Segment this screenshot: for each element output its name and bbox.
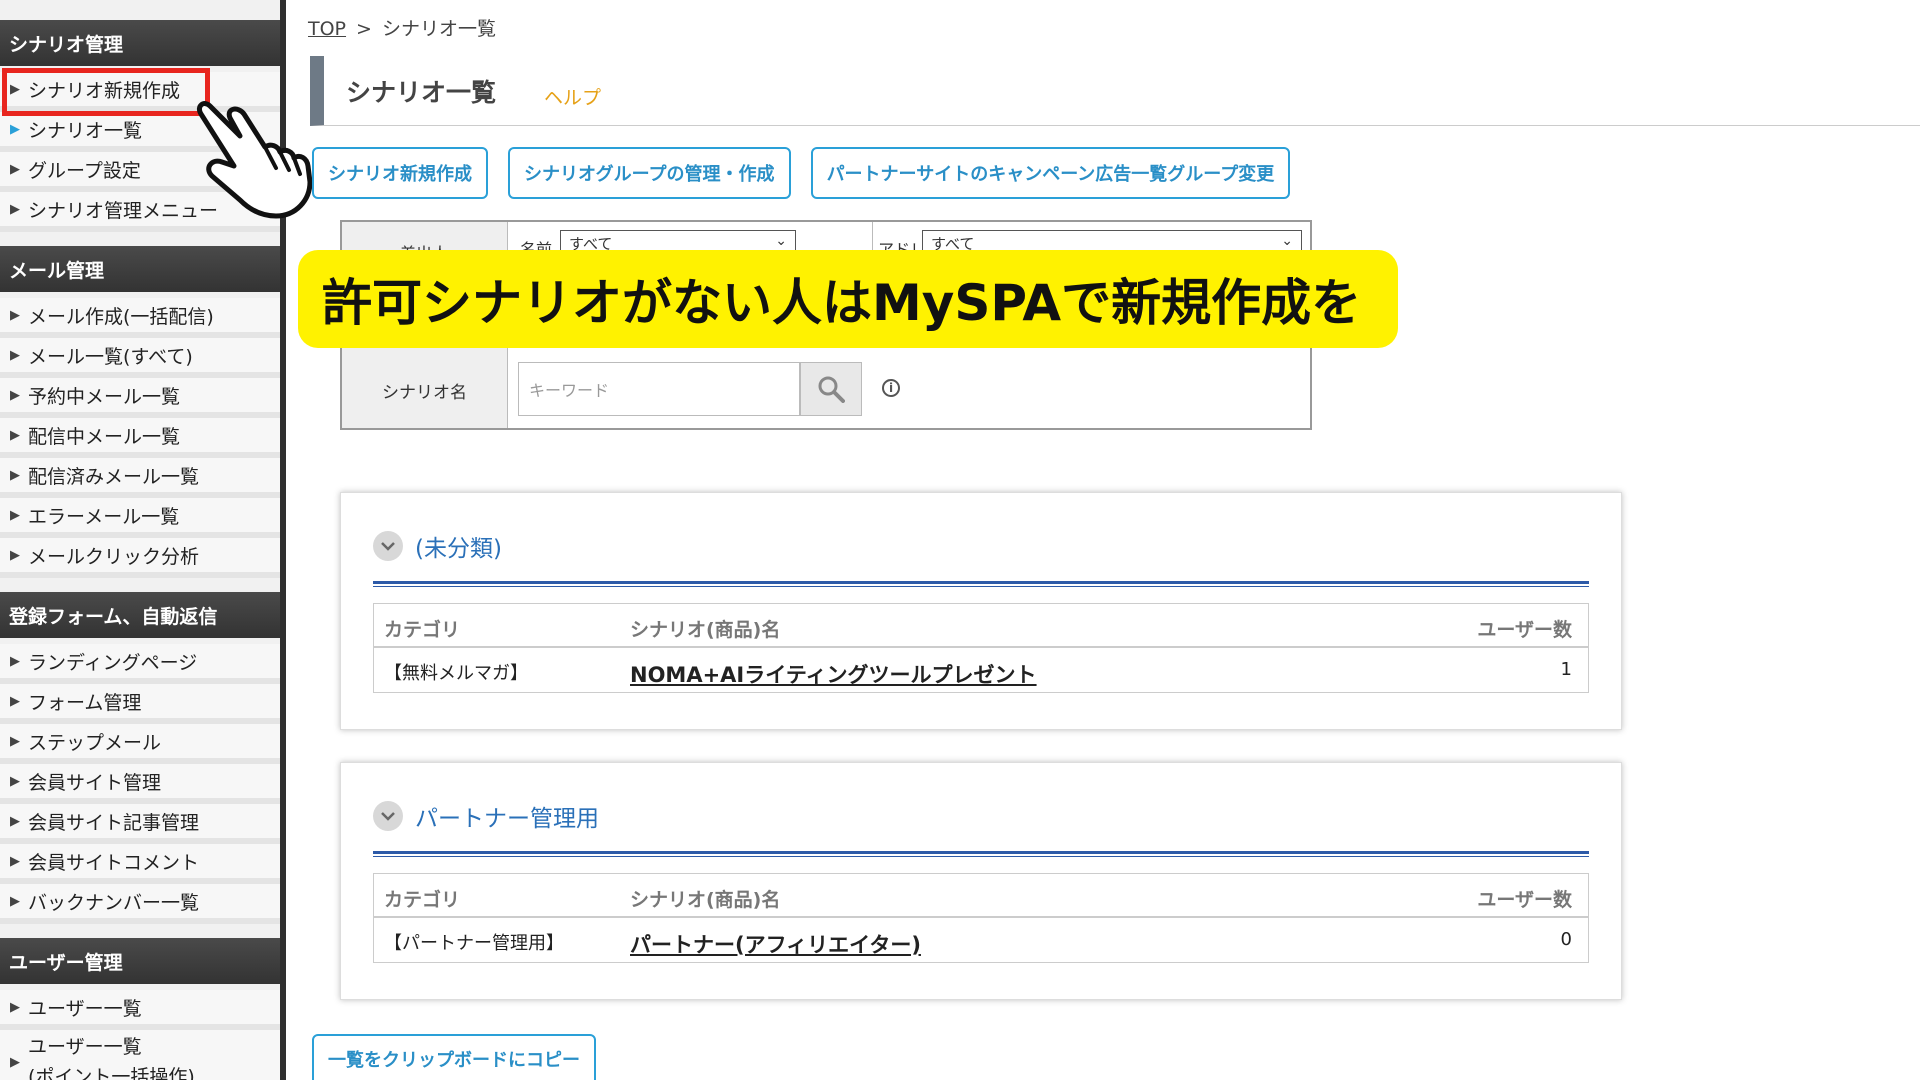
table-row: 【パートナー管理用】 パートナー(アフィリエイター) 0 — [374, 918, 1588, 962]
new-scenario-button[interactable]: シナリオ新規作成 — [312, 147, 488, 199]
cell-users: 1 — [1560, 659, 1572, 680]
triangle-right-icon: ▶ — [10, 813, 20, 829]
triangle-right-icon: ▶ — [10, 387, 20, 403]
scenario-link[interactable]: NOMA+AIライティングツールプレゼント — [630, 659, 1037, 689]
cell-users: 0 — [1560, 929, 1572, 950]
sidebar-item-mail-error[interactable]: ▶ エラーメール一覧 — [0, 498, 280, 538]
group-panel-uncategorized: (未分類) カテゴリ シナリオ(商品)名 ユーザー数 【無料メルマガ】 NOMA… — [340, 492, 1622, 730]
group-header[interactable]: (未分類) — [373, 529, 502, 563]
sidebar-item-user-points[interactable]: ▶ ユーザー一覧 (ポイント一括操作) — [0, 1030, 280, 1080]
table-row: 【無料メルマガ】 NOMA+AIライティングツールプレゼント 1 — [374, 648, 1588, 692]
triangle-right-icon: ▶ — [10, 467, 20, 483]
partner-campaign-group-button[interactable]: パートナーサイトのキャンペーン広告一覧グループ変更 — [810, 147, 1291, 199]
chevron-down-icon[interactable] — [373, 801, 403, 831]
sidebar-item-mail-all[interactable]: ▶ メール一覧(すべて) — [0, 338, 280, 378]
chevron-down-icon: ⌄ — [1281, 233, 1293, 249]
scenario-table: カテゴリ シナリオ(商品)名 ユーザー数 【無料メルマガ】 NOMA+AIライテ… — [373, 603, 1589, 693]
triangle-right-icon: ▶ — [10, 201, 20, 217]
group-name: パートナー管理用 — [415, 806, 599, 832]
chevron-down-icon: ⌄ — [775, 233, 787, 249]
triangle-right-icon: ▶ — [10, 121, 20, 137]
scenario-link[interactable]: パートナー(アフィリエイター) — [630, 929, 921, 959]
sidebar-section-users: ユーザー管理 — [0, 938, 280, 984]
triangle-right-icon: ▶ — [10, 427, 20, 443]
sidebar-item-landing[interactable]: ▶ ランディングページ — [0, 644, 280, 684]
triangle-right-icon: ▶ — [10, 853, 20, 869]
group-panel-partner: パートナー管理用 カテゴリ シナリオ(商品)名 ユーザー数 【パートナー管理用】… — [340, 762, 1622, 1000]
sidebar-item-mail-sent[interactable]: ▶ 配信済みメール一覧 — [0, 458, 280, 498]
copy-clipboard-button[interactable]: 一覧をクリップボードにコピー — [312, 1034, 596, 1080]
sidebar-item-step-mail[interactable]: ▶ ステップメール — [0, 724, 280, 764]
triangle-right-icon: ▶ — [10, 773, 20, 789]
cell-category: 【パートナー管理用】 — [384, 933, 564, 954]
scenario-name-label: シナリオ名 — [382, 383, 467, 403]
action-buttons: シナリオ新規作成 シナリオグループの管理・作成 パートナーサイトのキャンペーン広… — [312, 147, 1291, 199]
caption-banner: 許可シナリオがない人はMySPAで新規作成を — [298, 250, 1398, 348]
scenario-table: カテゴリ シナリオ(商品)名 ユーザー数 【パートナー管理用】 パートナー(アフ… — [373, 873, 1589, 963]
info-icon[interactable]: i — [882, 379, 900, 397]
triangle-right-icon: ▶ — [10, 161, 20, 177]
triangle-right-icon: ▶ — [10, 507, 20, 523]
page-title-bar: シナリオ一覧 ヘルプ — [310, 56, 1920, 126]
sidebar-item-mail-sending[interactable]: ▶ 配信中メール一覧 — [0, 418, 280, 458]
group-divider — [373, 851, 1589, 857]
group-header[interactable]: パートナー管理用 — [373, 799, 599, 833]
group-divider — [373, 581, 1589, 587]
sidebar-item-mail-create[interactable]: ▶ メール作成(一括配信) — [0, 298, 280, 338]
sidebar-item-mail-scheduled[interactable]: ▶ 予約中メール一覧 — [0, 378, 280, 418]
page-title: シナリオ一覧 — [346, 77, 497, 107]
sidebar-section-mail: メール管理 — [0, 246, 280, 292]
breadcrumb: TOP > シナリオ一覧 — [308, 14, 496, 41]
sidebar-item-form-manage[interactable]: ▶ フォーム管理 — [0, 684, 280, 724]
triangle-right-icon: ▶ — [10, 733, 20, 749]
table-header: カテゴリ シナリオ(商品)名 ユーザー数 — [374, 874, 1588, 918]
triangle-right-icon: ▶ — [10, 893, 20, 909]
header-users: ユーザー数 — [1477, 619, 1572, 641]
breadcrumb-separator: > — [356, 18, 372, 40]
triangle-right-icon: ▶ — [10, 547, 20, 563]
search-button[interactable] — [800, 362, 862, 416]
search-icon — [818, 376, 845, 403]
header-scenario: シナリオ(商品)名 — [630, 619, 781, 641]
sidebar-item-member-site[interactable]: ▶ 会員サイト管理 — [0, 764, 280, 804]
triangle-right-icon: ▶ — [10, 693, 20, 709]
sidebar-item-member-comments[interactable]: ▶ 会員サイトコメント — [0, 844, 280, 884]
sidebar-item-member-articles[interactable]: ▶ 会員サイト記事管理 — [0, 804, 280, 844]
sidebar-item-backnumber[interactable]: ▶ バックナンバー一覧 — [0, 884, 280, 924]
breadcrumb-current: シナリオ一覧 — [381, 18, 496, 40]
triangle-right-icon: ▶ — [10, 999, 20, 1015]
sidebar-item-mail-click[interactable]: ▶ メールクリック分析 — [0, 538, 280, 578]
sidebar-section-forms: 登録フォーム、自動返信 — [0, 592, 280, 638]
group-name: (未分類) — [415, 536, 502, 562]
triangle-right-icon: ▶ — [10, 347, 20, 363]
triangle-right-icon: ▶ — [10, 1054, 20, 1070]
triangle-right-icon: ▶ — [10, 653, 20, 669]
chevron-down-icon[interactable] — [373, 531, 403, 561]
keyword-search-input[interactable]: キーワード — [518, 362, 800, 416]
header-category: カテゴリ — [384, 889, 461, 911]
table-header: カテゴリ シナリオ(商品)名 ユーザー数 — [374, 604, 1588, 648]
breadcrumb-top-link[interactable]: TOP — [308, 18, 346, 40]
triangle-right-icon: ▶ — [10, 307, 20, 323]
highlight-box — [2, 68, 210, 116]
header-scenario: シナリオ(商品)名 — [630, 889, 781, 911]
help-link[interactable]: ヘルプ — [544, 83, 601, 110]
header-users: ユーザー数 — [1477, 889, 1572, 911]
sidebar-section-scenario: シナリオ管理 — [0, 20, 280, 66]
cell-category: 【無料メルマガ】 — [384, 663, 528, 684]
header-category: カテゴリ — [384, 619, 461, 641]
main-content: TOP > シナリオ一覧 シナリオ一覧 ヘルプ シナリオ新規作成 シナリオグループの… — [292, 0, 1920, 1080]
group-manage-button[interactable]: シナリオグループの管理・作成 — [508, 147, 791, 199]
sidebar-item-user-list[interactable]: ▶ ユーザー一覧 — [0, 990, 280, 1030]
